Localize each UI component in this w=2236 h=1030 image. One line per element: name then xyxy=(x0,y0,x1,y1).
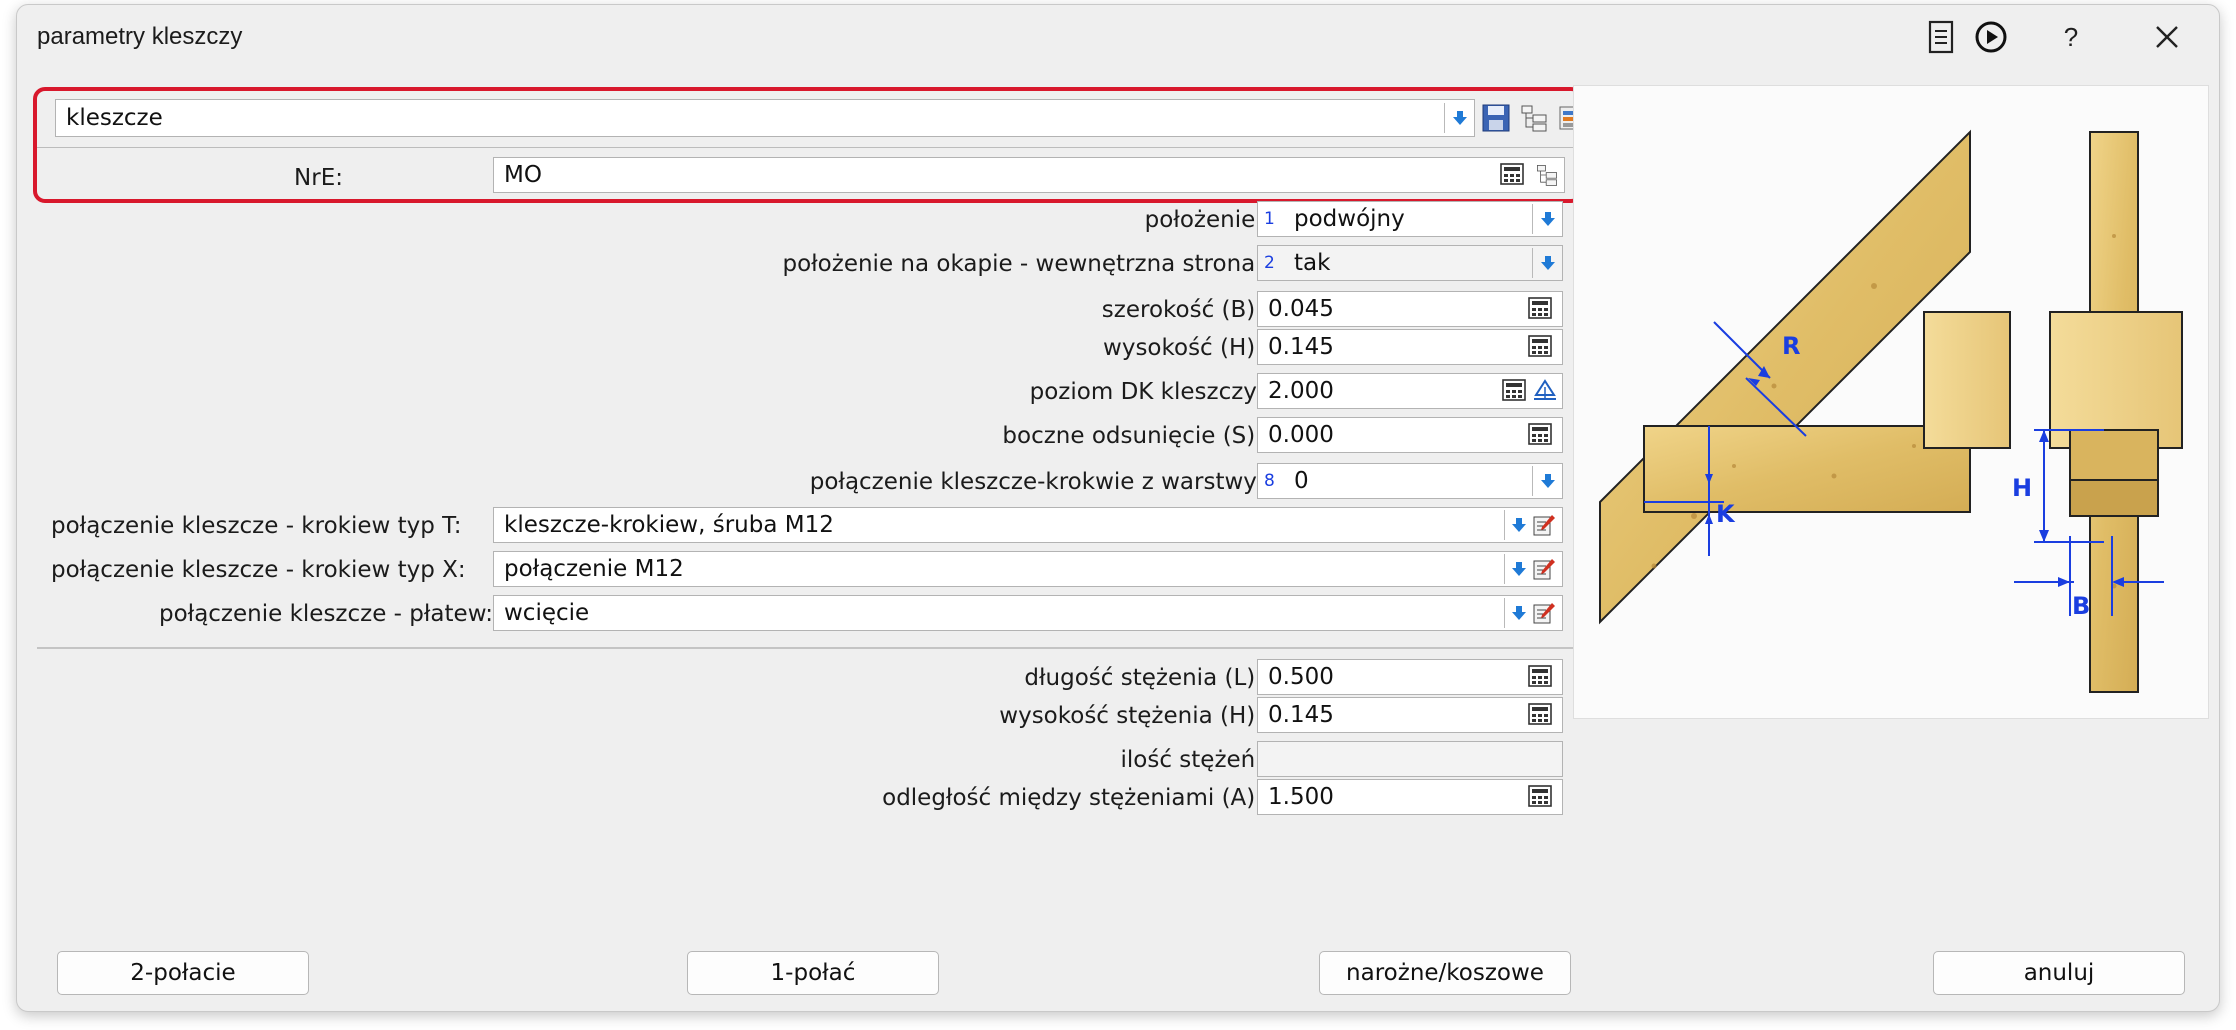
profile-select[interactable]: kleszcze xyxy=(55,99,1475,137)
cancel-button[interactable]: anuluj xyxy=(1933,951,2185,995)
dropdown-arrow-icon[interactable] xyxy=(1504,598,1532,628)
wysokosc-label: wysokość (H): xyxy=(1103,335,1263,361)
nre-value: MO xyxy=(504,162,542,188)
calculator-icon[interactable] xyxy=(1528,335,1554,359)
wys-stez-label: wysokość stężenia (H): xyxy=(999,703,1263,729)
platew-select[interactable]: wcięcie xyxy=(493,595,1563,631)
calculator-icon[interactable] xyxy=(1528,665,1554,689)
odsuniecie-value: 0.000 xyxy=(1268,422,1334,448)
play-circle-icon[interactable] xyxy=(1967,15,2015,59)
polozenie-select[interactable]: 1 podwójny xyxy=(1257,201,1563,237)
two-slopes-button[interactable]: 2-połacie xyxy=(57,951,309,995)
dropdown-arrow-icon[interactable] xyxy=(1532,204,1562,234)
calculator-icon[interactable] xyxy=(1500,163,1526,187)
warstwa-label: połączenie kleszcze-krokwie z warstwy: xyxy=(809,469,1263,495)
okap-label: położenie na okapie - wewnętrzna strona: xyxy=(782,251,1263,277)
dlugosc-value: 0.500 xyxy=(1268,664,1334,690)
title-bar: parametry kleszczy ? xyxy=(17,5,2219,67)
corner-hip-button[interactable]: narożne/koszowe xyxy=(1319,951,1571,995)
profile-value: kleszcze xyxy=(66,105,163,131)
dim-label-r: R xyxy=(1782,332,1800,360)
calculator-icon[interactable] xyxy=(1502,379,1528,403)
section-divider xyxy=(37,647,1579,649)
calculator-icon[interactable] xyxy=(1528,423,1554,447)
platew-value: wcięcie xyxy=(504,600,590,626)
dlugosc-input[interactable]: 0.500 xyxy=(1257,659,1563,695)
calculator-icon[interactable] xyxy=(1528,785,1554,809)
edit-icon[interactable] xyxy=(1532,513,1558,537)
warstwa-value: 0 xyxy=(1294,468,1309,494)
calculator-icon[interactable] xyxy=(1528,297,1554,321)
dropdown-arrow-icon[interactable] xyxy=(1444,103,1474,133)
nre-field[interactable]: MO xyxy=(493,157,1565,193)
edit-icon[interactable] xyxy=(1532,557,1558,581)
dlugosc-label: długość stężenia (L): xyxy=(1024,665,1263,691)
poziom-label: poziom DK kleszczy: xyxy=(1029,379,1263,405)
szerokosc-label: szerokość (B): xyxy=(1101,297,1263,323)
wys-stez-input[interactable]: 0.145 xyxy=(1257,697,1563,733)
ilosc-label: ilość stężeń: xyxy=(1120,747,1264,773)
profile-toolbar xyxy=(1481,103,1587,137)
dim-label-h: H xyxy=(2012,474,2032,502)
warstwa-index: 8 xyxy=(1264,471,1275,491)
dialog-window: parametry kleszczy ? kleszcze NrE: MO po… xyxy=(16,4,2220,1012)
wysokosc-value: 0.145 xyxy=(1268,334,1334,360)
typX-value: połączenie M12 xyxy=(504,556,684,582)
pick-level-icon[interactable] xyxy=(1532,379,1558,403)
tree-icon[interactable] xyxy=(1534,163,1560,187)
poziom-value: 2.000 xyxy=(1268,378,1334,404)
okap-value: tak xyxy=(1294,250,1331,276)
save-icon[interactable] xyxy=(1481,103,1511,137)
odleglosc-label: odległość między stężeniami (A): xyxy=(882,785,1263,811)
notes-icon[interactable] xyxy=(1917,15,1965,59)
polozenie-label: położenie: xyxy=(1144,207,1263,233)
close-icon[interactable] xyxy=(2143,15,2191,59)
odleglosc-input[interactable]: 1.500 xyxy=(1257,779,1563,815)
group-divider xyxy=(37,147,1579,148)
tree-icon[interactable] xyxy=(1519,103,1549,137)
ilosc-input xyxy=(1257,741,1563,777)
dropdown-arrow-icon[interactable] xyxy=(1504,554,1532,584)
szerokosc-value: 0.045 xyxy=(1268,296,1334,322)
typX-label: połączenie kleszcze - krokiew typ X: xyxy=(51,557,466,583)
okap-select[interactable]: 2 tak xyxy=(1257,245,1563,281)
collar-end-block xyxy=(1923,311,2011,449)
dim-label-k: K xyxy=(1716,500,1736,528)
warstwa-select[interactable]: 8 0 xyxy=(1257,463,1563,499)
poziom-input[interactable]: 2.000 xyxy=(1257,373,1563,409)
connection-preview: R K H B xyxy=(1573,85,2209,719)
dim-label-b: B xyxy=(2072,592,2090,620)
okap-index: 2 xyxy=(1264,253,1275,273)
collar-beam xyxy=(1643,425,1971,513)
window-title: parametry kleszczy xyxy=(37,23,243,50)
side-clamp-2 xyxy=(2069,479,2159,517)
dropdown-arrow-icon[interactable] xyxy=(1504,510,1532,540)
typX-select[interactable]: połączenie M12 xyxy=(493,551,1563,587)
typT-value: kleszcze-krokiew, śruba M12 xyxy=(504,512,834,538)
wys-stez-value: 0.145 xyxy=(1268,702,1334,728)
wysokosc-input[interactable]: 0.145 xyxy=(1257,329,1563,365)
nre-label: NrE: xyxy=(294,165,343,191)
odsuniecie-input[interactable]: 0.000 xyxy=(1257,417,1563,453)
one-slope-button[interactable]: 1-połać xyxy=(687,951,939,995)
dropdown-arrow-icon[interactable] xyxy=(1532,248,1562,278)
typT-label: połączenie kleszcze - krokiew typ T: xyxy=(51,513,462,539)
calculator-icon[interactable] xyxy=(1528,703,1554,727)
polozenie-index: 1 xyxy=(1264,209,1275,229)
help-icon[interactable]: ? xyxy=(2047,15,2095,59)
polozenie-value: podwójny xyxy=(1294,206,1405,232)
odsuniecie-label: boczne odsunięcie (S): xyxy=(1002,423,1263,449)
edit-icon[interactable] xyxy=(1532,601,1558,625)
szerokosc-input[interactable]: 0.045 xyxy=(1257,291,1563,327)
rafter-beam xyxy=(1599,129,1971,625)
dropdown-arrow-icon[interactable] xyxy=(1532,466,1562,496)
odleglosc-value: 1.500 xyxy=(1268,784,1334,810)
side-block xyxy=(2049,311,2183,449)
platew-label: połączenie kleszcze - płatew: xyxy=(158,601,493,627)
typT-select[interactable]: kleszcze-krokiew, śruba M12 xyxy=(493,507,1563,543)
